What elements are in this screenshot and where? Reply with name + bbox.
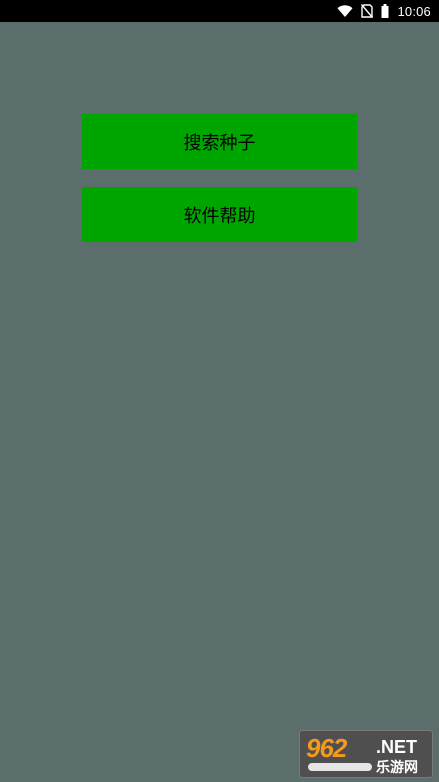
search-seeds-button[interactable]: 搜索种子 bbox=[82, 114, 357, 169]
watermark-site-name: 乐游网 bbox=[376, 760, 418, 776]
watermark-suffix: .NET bbox=[376, 737, 418, 757]
watermark-number: 962 bbox=[306, 733, 347, 763]
software-help-button[interactable]: 软件帮助 bbox=[82, 187, 357, 242]
watermark-logo: 962 .NET 乐游网 bbox=[299, 730, 433, 778]
status-time: 10:06 bbox=[397, 3, 431, 19]
wifi-icon bbox=[337, 4, 353, 18]
status-bar: 10:06 bbox=[0, 0, 439, 22]
no-sim-icon bbox=[361, 4, 374, 18]
watermark-swoosh bbox=[308, 763, 372, 771]
battery-icon bbox=[381, 4, 389, 18]
main-content: 搜索种子 软件帮助 bbox=[0, 22, 439, 782]
